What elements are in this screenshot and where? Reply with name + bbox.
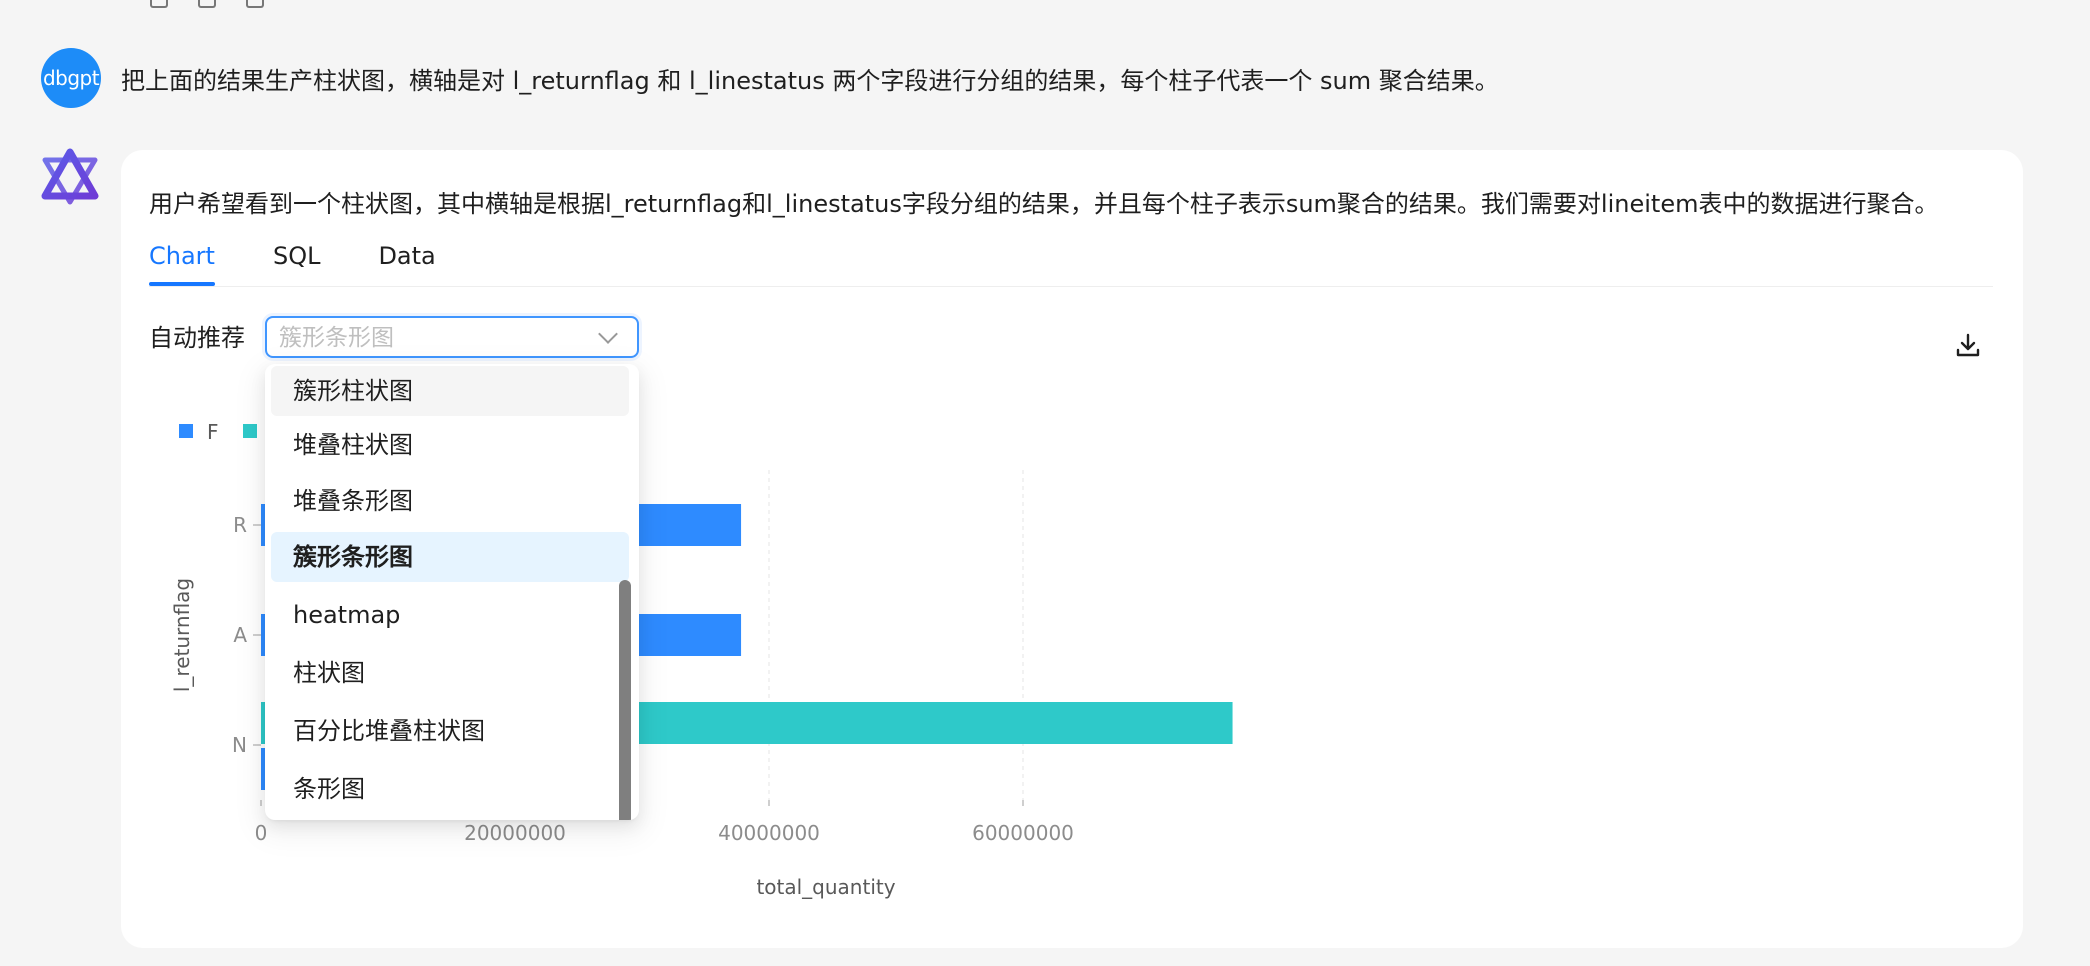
y-axis-title: l_returnflag: [170, 578, 194, 692]
x-tick-label: 20000000: [464, 821, 566, 845]
chevron-down-icon[interactable]: [598, 324, 618, 344]
avatar: dbgpt: [41, 48, 101, 108]
chart-type-select[interactable]: [265, 316, 639, 358]
option-column[interactable]: 柱状图: [271, 648, 629, 698]
option-clustered-bar[interactable]: 簇形条形图: [271, 532, 629, 582]
y-tick-label: A: [233, 623, 247, 647]
bot-logo-icon: [41, 148, 99, 205]
x-tick-label: 0: [255, 821, 268, 845]
option-heatmap[interactable]: heatmap: [271, 590, 629, 640]
share-icon[interactable]: [246, 0, 264, 8]
x-tick-label: 60000000: [972, 821, 1074, 845]
option-stacked-column[interactable]: 堆叠柱状图: [271, 420, 629, 470]
y-tick-label: N: [232, 733, 247, 757]
chart-type-dropdown: 簇形柱状图 堆叠柱状图 堆叠条形图 簇形条形图 heatmap 柱状图 百分比堆…: [265, 364, 639, 820]
legend-marker-2: [243, 424, 257, 438]
option-stacked-bar[interactable]: 堆叠条形图: [271, 476, 629, 526]
x-tick-label: 40000000: [718, 821, 820, 845]
x-axis-title: total_quantity: [756, 875, 895, 899]
download-icon[interactable]: [1953, 330, 1983, 360]
assistant-response-card: 用户希望看到一个柱状图，其中横轴是根据l_returnflag和l_linest…: [121, 150, 2023, 948]
user-message: 把上面的结果生产柱状图，横轴是对 l_returnflag 和 l_linest…: [121, 66, 1499, 95]
option-bar[interactable]: 条形图: [271, 764, 629, 814]
chart-type-label: 自动推荐: [149, 324, 245, 352]
legend-label-f: F: [207, 420, 219, 444]
chart-type-search-input[interactable]: [279, 324, 599, 352]
option-clustered-column[interactable]: 簇形柱状图: [271, 366, 629, 416]
message-toolbar: [150, 0, 264, 8]
thumb-icon[interactable]: [198, 0, 216, 8]
dropdown-scrollbar[interactable]: [619, 580, 631, 820]
user-message-row: dbgpt 把上面的结果生产柱状图，横轴是对 l_returnflag 和 l_…: [41, 48, 1499, 108]
option-percent-stacked-column[interactable]: 百分比堆叠柱状图: [271, 706, 629, 756]
legend-marker-f: [179, 424, 193, 438]
y-tick-label: R: [233, 513, 247, 537]
copy-icon[interactable]: [150, 0, 168, 8]
